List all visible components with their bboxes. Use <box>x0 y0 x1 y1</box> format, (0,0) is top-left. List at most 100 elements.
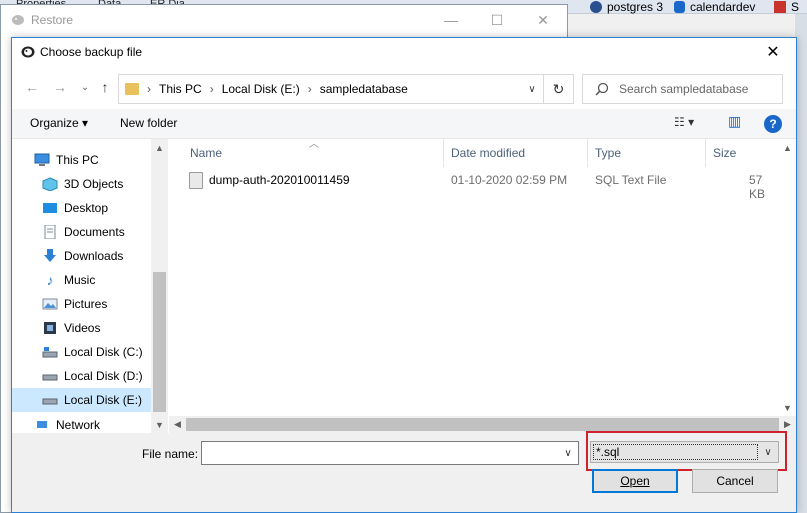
filter-dropdown-chevron-icon[interactable]: ∨ <box>758 442 778 462</box>
nav-item-label: Local Disk (C:) <box>64 345 143 359</box>
nav-item-network[interactable]: Network <box>12 416 152 433</box>
nav-item-desktop[interactable]: Desktop <box>12 196 152 220</box>
breadcrumb-separator: › <box>307 82 312 96</box>
nav-item-local-disk-c[interactable]: Local Disk (C:) <box>12 340 152 364</box>
open-button-label: Open <box>620 474 650 488</box>
search-placeholder: Search sampledatabase <box>619 82 749 96</box>
connection-label: postgres 3 <box>607 0 664 14</box>
nav-item-label: This PC <box>56 153 99 167</box>
nav-item-label: Pictures <box>64 297 108 311</box>
scroll-left-arrow-icon[interactable]: ◀ <box>169 416 186 433</box>
file-date-modified: 01-10-2020 02:59 PM <box>451 173 568 187</box>
scroll-down-arrow-icon[interactable]: ▼ <box>151 416 168 433</box>
video-icon <box>42 321 58 335</box>
file-size: 57 KB <box>749 173 766 201</box>
elephant-icon <box>21 46 35 58</box>
help-icon[interactable]: ? <box>764 115 782 133</box>
nav-item-local-disk-e[interactable]: Local Disk (E:) <box>12 388 152 412</box>
database-icon <box>674 1 685 13</box>
search-icon <box>595 82 609 96</box>
scrollbar-thumb[interactable] <box>153 272 166 412</box>
organize-button[interactable]: Organize ▾ <box>30 116 88 130</box>
choose-backup-file-dialog: Choose backup file ✕ ← → ⌄ ↑ › This PC ›… <box>11 37 797 513</box>
breadcrumb-separator: › <box>147 82 151 96</box>
nav-item-label: Music <box>64 273 96 287</box>
file-type: SQL Text File <box>595 173 667 187</box>
nav-item-music[interactable]: ♪ Music <box>12 268 152 292</box>
back-button[interactable]: ← <box>22 77 42 97</box>
file-row[interactable]: dump-auth-202010011459 01-10-2020 02:59 … <box>169 170 778 201</box>
column-date-modified[interactable]: Date modified <box>444 139 588 167</box>
preview-pane-icon[interactable]: ▥ <box>728 113 741 130</box>
dialog-close-button[interactable]: ✕ <box>750 38 796 66</box>
address-bar[interactable]: › This PC › Local Disk (E:) › sampledata… <box>118 74 574 104</box>
column-size[interactable]: Size <box>706 139 778 167</box>
recent-locations-chevron-icon[interactable]: ⌄ <box>75 77 95 97</box>
navpane-scrollbar[interactable]: ▲ ▼ <box>151 139 168 433</box>
scrollbar-thumb[interactable] <box>186 418 779 431</box>
nav-item-videos[interactable]: Videos <box>12 316 152 340</box>
nav-item-label: Videos <box>64 321 101 335</box>
restore-title: Restore <box>31 13 74 27</box>
restore-maximize-button[interactable]: ☐ <box>474 5 520 35</box>
connection-calendardev[interactable]: calendardev <box>674 0 755 14</box>
download-icon <box>42 249 58 263</box>
new-folder-button[interactable]: New folder <box>120 116 177 130</box>
music-icon: ♪ <box>46 272 54 288</box>
breadcrumb-sampledatabase[interactable]: sampledatabase <box>320 82 408 96</box>
breadcrumb-this-pc[interactable]: This PC <box>159 82 202 96</box>
file-icon <box>189 172 203 189</box>
cancel-button[interactable]: Cancel <box>692 469 778 493</box>
nav-item-label: Desktop <box>64 201 109 215</box>
search-box[interactable]: Search sampledatabase <box>582 74 783 104</box>
nav-item-3d-objects[interactable]: 3D Objects <box>12 172 152 196</box>
dialog-titlebar: Choose backup file ✕ <box>12 38 796 66</box>
column-name[interactable]: Name <box>183 139 444 167</box>
breadcrumb-separator: › <box>209 82 214 96</box>
command-toolbar: Organize ▾ New folder ☷ ▾ ▥ ? <box>12 109 796 139</box>
connection-postgres[interactable]: postgres 3 <box>590 0 663 14</box>
connection-s[interactable]: S <box>774 0 799 14</box>
column-label: Size <box>713 146 737 160</box>
picture-icon <box>42 297 58 311</box>
navigation-pane: This PC 3D Objects Desktop Documents Dow… <box>12 139 168 433</box>
address-dropdown-chevron-icon[interactable]: ∨ <box>521 75 543 103</box>
cancel-button-label: Cancel <box>716 474 754 488</box>
navigation-row: ← → ⌄ ↑ › This PC › Local Disk (E:) › sa… <box>12 68 796 106</box>
file-name-input[interactable]: ∨ <box>201 441 579 465</box>
nav-item-this-pc[interactable]: This PC <box>12 148 152 172</box>
change-view-icon[interactable]: ☷ ▾ <box>674 115 694 129</box>
file-name-label: File name: <box>142 447 199 461</box>
column-type[interactable]: Type <box>588 139 706 167</box>
computer-icon <box>34 153 50 167</box>
forward-button[interactable]: → <box>50 77 70 97</box>
nav-item-label: Local Disk (D:) <box>64 369 143 383</box>
bottom-panel: File name: ∨ *.sql ∨ Open Cancel <box>12 431 796 512</box>
restore-titlebar: Restore — ☐ ✕ <box>1 5 567 35</box>
restore-minimize-button[interactable]: — <box>428 5 474 35</box>
document-icon <box>42 225 58 239</box>
breadcrumb-local-disk-e[interactable]: Local Disk (E:) <box>222 82 300 96</box>
nav-item-downloads[interactable]: Downloads <box>12 244 152 268</box>
nav-item-label: Downloads <box>64 249 124 263</box>
scroll-down-arrow-icon[interactable]: ▼ <box>779 399 796 416</box>
nav-item-pictures[interactable]: Pictures <box>12 292 152 316</box>
open-button[interactable]: Open <box>592 469 678 493</box>
cube-icon <box>42 177 58 191</box>
nav-item-label: Network <box>56 418 101 432</box>
scroll-up-arrow-icon[interactable]: ▲ <box>779 139 796 156</box>
filelist-vertical-scrollbar[interactable]: ▲ ▼ <box>779 139 796 416</box>
restore-close-button[interactable]: ✕ <box>520 5 566 35</box>
nav-item-local-disk-d[interactable]: Local Disk (D:) <box>12 364 152 388</box>
file-name-dropdown-chevron-icon[interactable]: ∨ <box>558 442 578 464</box>
refresh-button[interactable]: ↻ <box>543 75 573 103</box>
connection-label: calendardev <box>690 0 756 14</box>
file-name: dump-auth-202010011459 <box>209 173 350 187</box>
elephant-icon <box>12 15 24 25</box>
scroll-up-arrow-icon[interactable]: ▲ <box>151 139 168 156</box>
nav-item-documents[interactable]: Documents <box>12 220 152 244</box>
server-icon <box>774 1 786 13</box>
file-type-filter-select[interactable]: *.sql ∨ <box>590 441 779 463</box>
up-button[interactable]: ↑ <box>95 77 115 97</box>
drive-icon <box>42 369 58 383</box>
